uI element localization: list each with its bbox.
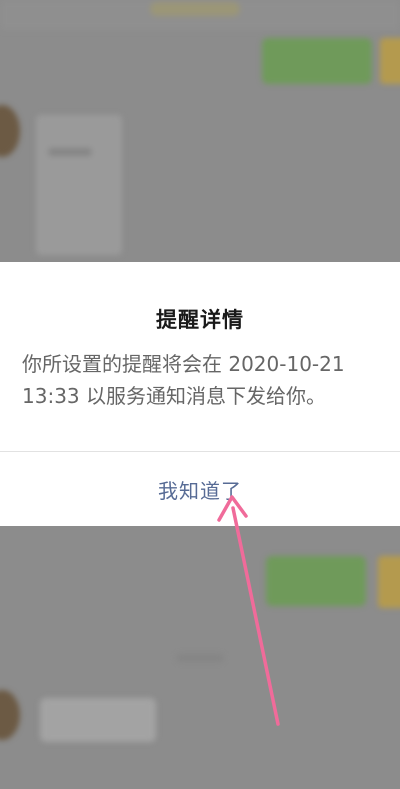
top-bar-pill <box>150 2 240 16</box>
card-text-line <box>48 148 92 156</box>
sent-message-bubble-2 <box>266 556 366 606</box>
self-avatar-2 <box>378 556 400 608</box>
reminder-dialog: 提醒详情 你所设置的提醒将会在 2020-10-21 13:33 以服务通知消息… <box>0 262 400 526</box>
screen: 提醒详情 你所设置的提醒将会在 2020-10-21 13:33 以服务通知消息… <box>0 0 400 789</box>
shared-card <box>36 115 122 255</box>
timestamp-line <box>176 654 224 662</box>
contact-avatar-2 <box>0 690 20 740</box>
dialog-title: 提醒详情 <box>156 308 244 332</box>
contact-avatar <box>0 105 20 157</box>
dialog-message: 你所设置的提醒将会在 2020-10-21 13:33 以服务通知消息下发给你。 <box>22 352 345 408</box>
received-message-bubble <box>40 698 156 742</box>
got-it-button[interactable]: 我知道了 <box>0 452 400 526</box>
self-avatar <box>380 38 400 84</box>
sent-message-bubble <box>262 38 372 84</box>
